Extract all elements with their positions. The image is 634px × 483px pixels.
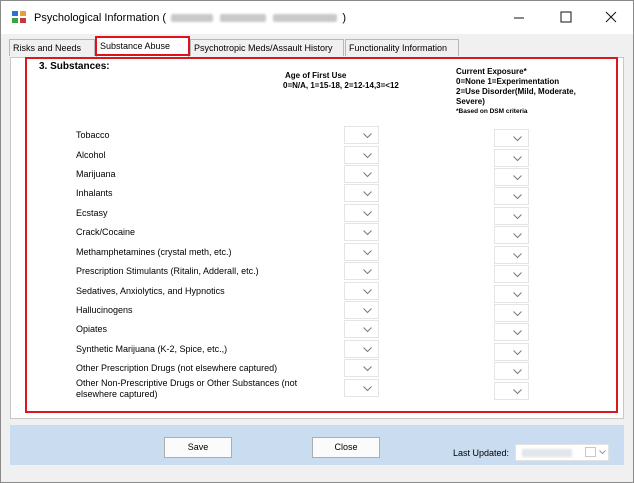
title-bar: Psychological Information ( ) xyxy=(1,1,633,34)
calendar-icon[interactable] xyxy=(585,447,596,457)
redacted-text xyxy=(522,449,572,457)
save-button[interactable]: Save xyxy=(164,437,232,458)
redacted-text xyxy=(273,14,338,23)
app-icon xyxy=(12,11,26,23)
tab-label: Risks and Needs xyxy=(13,43,82,53)
window-title-suffix: ) xyxy=(342,12,346,24)
tab-functionality-information[interactable]: Functionality Information xyxy=(345,39,459,56)
window-title-prefix: Psychological Information ( xyxy=(34,12,167,24)
window-title: Psychological Information ( ) xyxy=(34,12,346,24)
close-button[interactable]: Close xyxy=(312,437,380,458)
close-window-button[interactable] xyxy=(589,1,633,34)
redacted-text xyxy=(220,14,267,23)
chevron-down-icon[interactable] xyxy=(599,450,606,455)
maximize-button[interactable] xyxy=(543,1,587,34)
redacted-text xyxy=(171,14,214,23)
window: Psychological Information ( ) Risks and … xyxy=(0,0,634,483)
tab-psychotropic-meds[interactable]: Psychotropic Meds/Assault History xyxy=(190,39,344,56)
highlight-tab-box xyxy=(95,36,190,56)
tab-label: Psychotropic Meds/Assault History xyxy=(194,43,333,53)
tab-label: Functionality Information xyxy=(349,43,448,53)
last-updated-label: Last Updated: xyxy=(453,448,510,458)
tab-risks-and-needs[interactable]: Risks and Needs xyxy=(9,39,95,56)
highlight-box xyxy=(25,57,618,413)
minimize-button[interactable] xyxy=(497,1,541,34)
